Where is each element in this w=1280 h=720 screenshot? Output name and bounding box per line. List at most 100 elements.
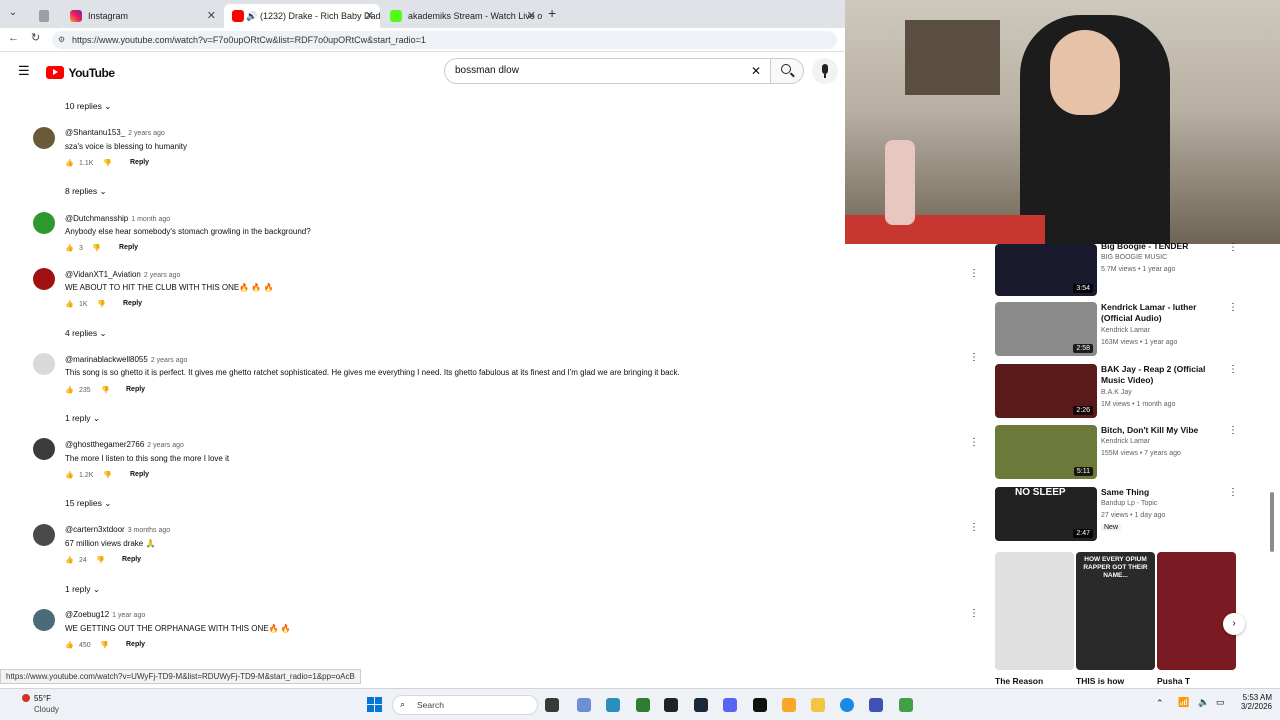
- reply-button[interactable]: Reply: [130, 471, 149, 478]
- tab-youtube[interactable]: 🔊 (1232) Drake - Rich Baby Dadd ✕: [224, 4, 380, 28]
- close-tab-icon[interactable]: ✕: [365, 4, 374, 28]
- avatar[interactable]: [33, 127, 55, 149]
- reply-button[interactable]: Reply: [123, 300, 142, 307]
- youtube-logo[interactable]: YouTube: [46, 64, 115, 80]
- more-options-icon[interactable]: ⋮: [969, 522, 979, 533]
- video-channel[interactable]: BIG BOOGIE MUSIC: [1101, 254, 1167, 261]
- reply-button[interactable]: Reply: [130, 159, 149, 166]
- more-options-icon[interactable]: ⋮: [969, 437, 979, 448]
- short-title[interactable]: Pusha T: [1157, 676, 1190, 686]
- like-icon[interactable]: 👍: [65, 642, 74, 649]
- avatar[interactable]: [33, 524, 55, 546]
- scrollbar-thumb[interactable]: [1270, 492, 1274, 552]
- dislike-icon[interactable]: 👎: [100, 641, 109, 649]
- app-icon[interactable]: [664, 698, 678, 712]
- site-info-icon[interactable]: ⚙: [58, 31, 65, 49]
- short-thumbnail[interactable]: HOW EVERY OPIUM RAPPER GOT THEIR NAME...: [1076, 552, 1155, 670]
- like-icon[interactable]: 👍: [65, 557, 74, 564]
- app-icon[interactable]: [636, 698, 650, 712]
- menu-icon[interactable]: ☰: [18, 63, 30, 79]
- shorts-next-button[interactable]: ›: [1223, 613, 1245, 635]
- close-tab-icon[interactable]: ✕: [527, 4, 536, 28]
- short-title[interactable]: The Reason: [995, 676, 1043, 686]
- comment-author[interactable]: @Zoebug12 1 year ago: [65, 610, 145, 619]
- dislike-icon[interactable]: 👎: [103, 159, 112, 167]
- video-thumbnail[interactable]: 3:54: [995, 244, 1097, 296]
- voice-search-button[interactable]: [812, 58, 838, 84]
- clear-search-icon[interactable]: ✕: [751, 59, 761, 83]
- new-tab-icon[interactable]: +: [548, 5, 556, 21]
- dislike-icon[interactable]: 👎: [92, 244, 101, 252]
- like-icon[interactable]: 👍: [65, 160, 74, 167]
- video-channel[interactable]: Bandup Lp - Topic: [1101, 500, 1157, 507]
- avatar[interactable]: [33, 268, 55, 290]
- network-icon[interactable]: 📶: [1178, 697, 1189, 708]
- audio-playing-icon[interactable]: 🔊: [246, 4, 257, 28]
- related-video-item[interactable]: 3:54 Big Boogie - TENDER BIG BOOGIE MUSI…: [995, 241, 1245, 298]
- more-options-icon[interactable]: ⋮: [1228, 364, 1238, 375]
- video-title[interactable]: BAK Jay - Reap 2 (Official Music Video): [1101, 364, 1219, 386]
- video-channel[interactable]: Kendrick Lamar: [1101, 327, 1150, 334]
- video-title[interactable]: Big Boogie - TENDER: [1101, 241, 1219, 252]
- steam-icon[interactable]: [694, 698, 708, 712]
- reply-button[interactable]: Reply: [126, 386, 145, 393]
- more-options-icon[interactable]: ⋮: [1228, 487, 1238, 498]
- file-explorer-icon[interactable]: [577, 698, 591, 712]
- tab-instagram[interactable]: Instagram ✕: [62, 4, 222, 28]
- url-field[interactable]: ⚙ https://www.youtube.com/watch?v=F7o0up…: [52, 31, 837, 49]
- close-tab-icon[interactable]: ✕: [207, 4, 216, 28]
- tab-pinned[interactable]: [32, 4, 56, 28]
- reply-button[interactable]: Reply: [122, 556, 141, 563]
- replies-toggle[interactable]: 1 reply ⌄: [65, 584, 100, 595]
- replies-toggle[interactable]: 15 replies ⌄: [65, 498, 111, 509]
- comment-author[interactable]: @Shantanu153_ 2 years ago: [65, 128, 165, 137]
- replies-toggle[interactable]: 8 replies ⌄: [65, 186, 107, 197]
- scrollbar[interactable]: [1268, 244, 1276, 688]
- like-icon[interactable]: 👍: [65, 245, 74, 252]
- video-title[interactable]: Same Thing: [1101, 487, 1219, 498]
- discord-icon[interactable]: [723, 698, 737, 712]
- epic-games-icon[interactable]: [753, 698, 767, 712]
- reply-button[interactable]: Reply: [119, 244, 138, 251]
- replies-toggle[interactable]: 1 reply ⌄: [65, 413, 100, 424]
- back-icon[interactable]: ←: [8, 32, 19, 44]
- video-title[interactable]: Kendrick Lamar - luther (Official Audio): [1101, 302, 1219, 324]
- related-video-item[interactable]: 2:58 Kendrick Lamar - luther (Official A…: [995, 302, 1245, 356]
- chrome-icon[interactable]: [840, 698, 854, 712]
- more-options-icon[interactable]: ⋮: [969, 268, 979, 279]
- avatar[interactable]: [33, 353, 55, 375]
- reply-button[interactable]: Reply: [126, 641, 145, 648]
- search-input[interactable]: bossman dlow ✕: [444, 58, 772, 84]
- battery-icon[interactable]: ▭: [1216, 697, 1225, 708]
- more-options-icon[interactable]: ⋮: [969, 608, 979, 619]
- short-item[interactable]: HOW EVERY OPIUM RAPPER GOT THEIR NAME...…: [1076, 552, 1155, 688]
- like-icon[interactable]: 👍: [65, 472, 74, 479]
- app-icon[interactable]: [606, 698, 620, 712]
- more-options-icon[interactable]: ⋮: [969, 352, 979, 363]
- video-thumbnail[interactable]: NO SLEEP 2:47: [995, 487, 1097, 541]
- comment-author[interactable]: @ghostthegamer2766 2 years ago: [65, 440, 184, 449]
- avatar[interactable]: [33, 438, 55, 460]
- comment-author[interactable]: @VidanXT1_Aviation 2 years ago: [65, 270, 180, 279]
- start-button[interactable]: [367, 697, 383, 713]
- video-thumbnail[interactable]: 2:26: [995, 364, 1097, 418]
- video-thumbnail[interactable]: 2:58: [995, 302, 1097, 356]
- dislike-icon[interactable]: 👎: [97, 300, 106, 308]
- volume-icon[interactable]: 🔈: [1198, 697, 1209, 708]
- video-channel[interactable]: Kendrick Lamar: [1101, 438, 1150, 445]
- replies-toggle[interactable]: 4 replies ⌄: [65, 328, 107, 339]
- related-video-item[interactable]: NO SLEEP 2:47 Same Thing Bandup Lp - Top…: [995, 487, 1245, 541]
- search-button[interactable]: [770, 58, 804, 84]
- folder-icon[interactable]: [811, 698, 825, 712]
- short-item[interactable]: The Reason: [995, 552, 1074, 688]
- tray-chevron-icon[interactable]: ⌃: [1156, 698, 1164, 709]
- tab-list-chevron-icon[interactable]: ⌄: [6, 7, 20, 21]
- more-options-icon[interactable]: ⋮: [1228, 425, 1238, 436]
- tab-kick[interactable]: akademiks Stream - Watch Live on ✕: [382, 4, 542, 28]
- app-icon[interactable]: [782, 698, 796, 712]
- avatar[interactable]: [33, 212, 55, 234]
- comment-author[interactable]: @Dutchmansship 1 month ago: [65, 214, 170, 223]
- more-options-icon[interactable]: ⋮: [1228, 242, 1238, 253]
- short-thumbnail[interactable]: [995, 552, 1074, 670]
- comment-author[interactable]: @marinablackwell8055 2 years ago: [65, 355, 187, 364]
